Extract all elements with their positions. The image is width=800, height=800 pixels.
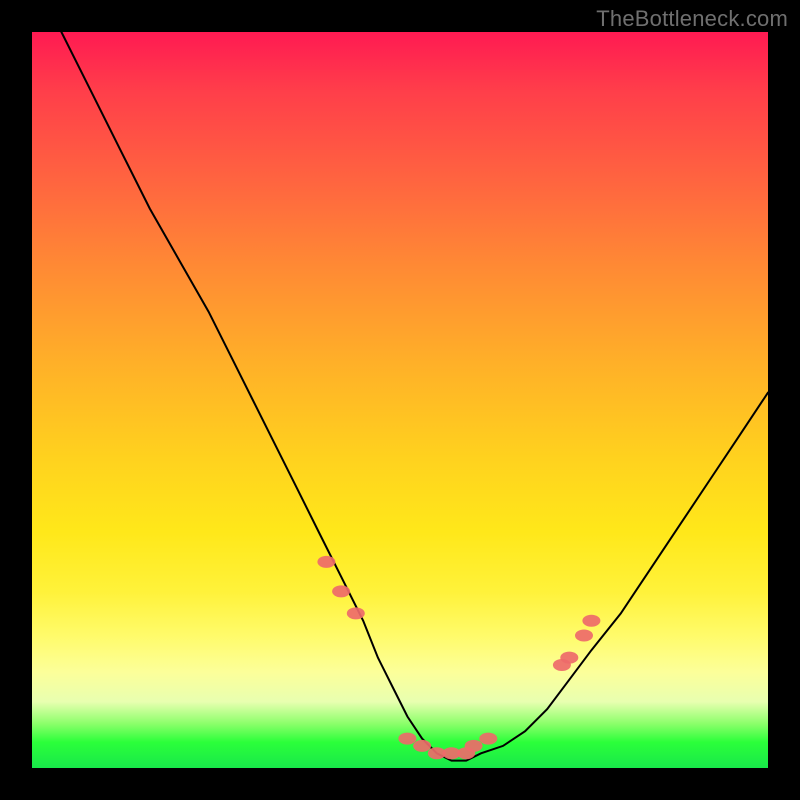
highlight-dot: [575, 630, 593, 642]
highlight-dot: [398, 733, 416, 745]
highlight-dots-group: [317, 556, 600, 759]
highlight-dot: [413, 740, 431, 752]
bottleneck-curve-line: [61, 32, 768, 761]
highlight-dot: [332, 585, 350, 597]
plot-area: [32, 32, 768, 768]
highlight-dot: [582, 615, 600, 627]
highlight-dot: [347, 607, 365, 619]
highlight-dot: [560, 652, 578, 664]
chart-frame: TheBottleneck.com: [0, 0, 800, 800]
highlight-dot: [479, 733, 497, 745]
highlight-dot: [317, 556, 335, 568]
highlight-dot: [465, 740, 483, 752]
chart-svg: [32, 32, 768, 768]
watermark-text: TheBottleneck.com: [596, 6, 788, 32]
